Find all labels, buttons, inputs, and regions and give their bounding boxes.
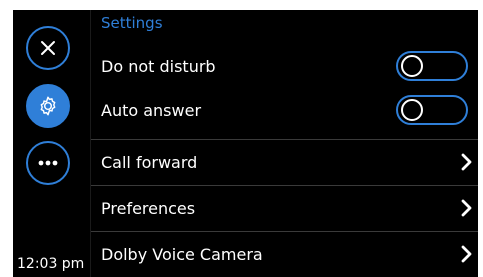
menu-item-dolby-voice-camera[interactable]: Dolby Voice Camera — [91, 232, 478, 276]
settings-button[interactable] — [26, 84, 70, 128]
settings-panel: Settings Do not disturb Auto answer Call… — [91, 10, 478, 277]
clock: 12:03 pm — [17, 256, 85, 272]
toggle-label: Do not disturb — [101, 56, 216, 76]
gear-icon — [40, 96, 56, 116]
panel-title: Settings — [101, 14, 163, 32]
close-icon — [41, 41, 55, 55]
toggle-row-auto-answer[interactable]: Auto answer — [91, 88, 478, 132]
device-screen: 12:03 pm Settings Do not disturb Auto an… — [13, 10, 478, 277]
chevron-right-icon — [461, 245, 472, 263]
chevron-right-icon — [461, 199, 472, 217]
menu-item-label: Dolby Voice Camera — [101, 244, 263, 264]
more-button[interactable] — [26, 141, 70, 185]
toggle-knob — [401, 99, 423, 121]
menu-item-label: Preferences — [101, 198, 196, 218]
more-dots-icon — [38, 160, 58, 166]
toggle-label: Auto answer — [101, 100, 202, 120]
do-not-disturb-toggle[interactable] — [396, 51, 468, 81]
menu-item-call-forward[interactable]: Call forward — [91, 140, 478, 184]
close-button[interactable] — [26, 26, 70, 70]
toggle-row-do-not-disturb[interactable]: Do not disturb — [91, 44, 478, 88]
auto-answer-toggle[interactable] — [396, 95, 468, 125]
toggle-knob — [401, 55, 423, 77]
menu-item-label: Call forward — [101, 152, 198, 172]
side-rail: 12:03 pm — [13, 10, 91, 277]
menu-item-preferences[interactable]: Preferences — [91, 186, 478, 230]
chevron-right-icon — [461, 153, 472, 171]
